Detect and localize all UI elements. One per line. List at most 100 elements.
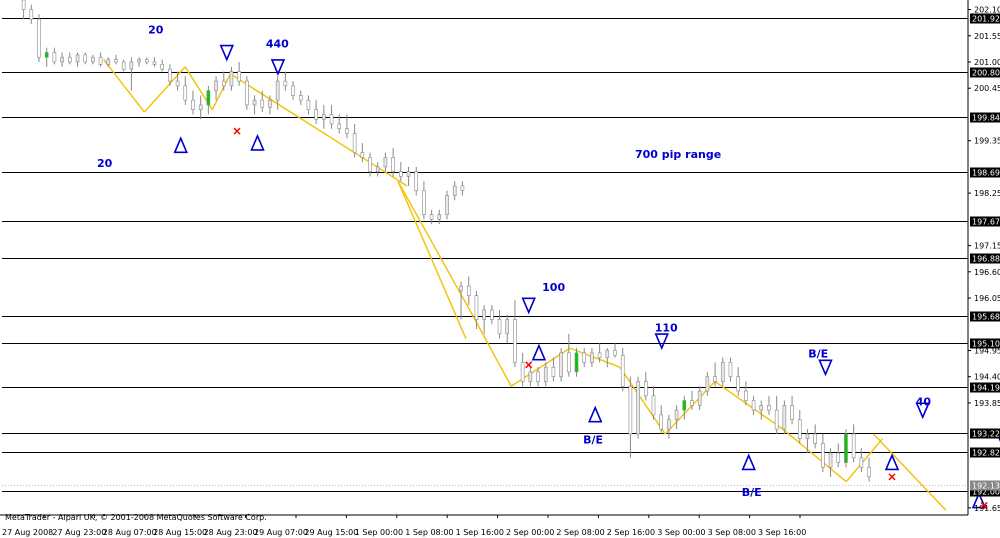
candle-body [275,80,280,101]
candle-body [659,414,663,430]
candle-body [144,59,149,63]
candle-body [774,409,779,430]
candle-body [414,171,419,192]
x-tick-label: 29 Aug 07:00 [254,528,308,537]
level-label: 200.80 [972,69,1000,78]
x-tick-label: 2 Sep 00:00 [506,528,554,537]
annotation-label: 100 [542,281,565,294]
candle-body [674,409,679,420]
y-tick-label: 193.85 [974,399,1000,408]
cross-mark [233,127,241,135]
candle-body [528,371,533,382]
candle-body [567,352,571,373]
candle-body [129,61,134,70]
trend-line [845,438,884,483]
candle-body [429,214,434,220]
down-arrow [219,44,235,62]
candle-body [497,319,502,335]
candle-body [644,381,648,397]
candle-body [91,56,95,63]
candle-body [106,59,111,65]
candle-body [582,352,587,363]
candle-body [37,18,41,58]
trend-line [230,73,408,187]
cross-mark [525,361,533,369]
candle-body [459,285,463,292]
candle-body [744,390,748,401]
level-label: 201.92 [972,15,1000,24]
candle-body [574,352,579,373]
candle-body [590,352,594,363]
candle-body [452,185,457,196]
annotation-label: B/E [583,433,603,446]
candle-body [836,452,841,463]
candle-body [697,390,702,406]
y-tick-label: 200.45 [974,84,1000,93]
candle-body [705,376,710,392]
candle-body [713,376,717,382]
candle-body [329,114,334,125]
level-label: 197.67 [972,218,1000,227]
candle-body [466,285,471,296]
candle-body [613,350,617,356]
candle-body [399,171,403,177]
candle-body [68,56,72,63]
candle-body [797,419,802,440]
candle-body [191,99,195,110]
candle-body [406,171,411,177]
candle-body [782,405,787,430]
candle-body [859,457,864,468]
trend-line [211,73,232,110]
candle-body [306,99,311,110]
candle-body [183,85,188,101]
candle-body [198,104,203,110]
trend-line [143,66,186,113]
trend-line [872,433,947,511]
candle-body [114,59,118,63]
level-label: 196.88 [972,255,1000,264]
x-tick-label: 28 Aug 23:00 [204,528,258,537]
candle-body [605,350,610,358]
level-label: 195.68 [972,313,1000,322]
x-tick-label: 2 Sep 16:00 [607,528,655,537]
candle-body [229,71,234,87]
candle-body [360,152,365,158]
trend-line [619,366,666,435]
candle-body [620,354,625,387]
x-tick-label: 3 Sep 16:00 [758,528,806,537]
last-price-label: 192.13 [972,482,1000,491]
candle-body [44,52,49,58]
candle-body [21,0,26,10]
annotation-label: 20 [148,23,164,36]
annotation-label: B/E [742,486,762,499]
candle-body [805,433,810,440]
candle-body [867,467,871,478]
candle-body [482,309,486,320]
candle-body [221,80,226,87]
y-tick-label: 191.65 [974,504,1000,513]
candle-body [168,68,172,82]
x-tick-label: 3 Sep 00:00 [657,528,705,537]
candle-body [821,443,825,468]
y-tick-label: 194.95 [974,346,1000,355]
candle-body [391,157,395,172]
trend-line [714,380,784,430]
range-label: 700 pip range [635,148,721,161]
candle-body [75,54,80,63]
x-tick-label: 28 Aug 15:00 [153,528,207,537]
axes: 201.92 200.80 199.84 198.69 197.67 196.88 195.… [0,0,1000,537]
candle-body [121,61,126,70]
candle-body [474,295,479,320]
candle-body [383,157,388,168]
candle-body [460,185,465,192]
y-tick-label: 199.35 [974,137,1000,146]
down-arrow [521,297,536,315]
candle-body [520,362,525,382]
y-tick-label: 196.05 [974,294,1000,303]
candle-body [252,99,257,106]
price-levels [2,18,968,492]
watermark: MetaTrader - Alpari UK, © 2001-2008 Meta… [5,513,267,522]
candle-body [352,133,357,153]
candle-body [851,433,856,459]
candle-body [513,319,517,363]
